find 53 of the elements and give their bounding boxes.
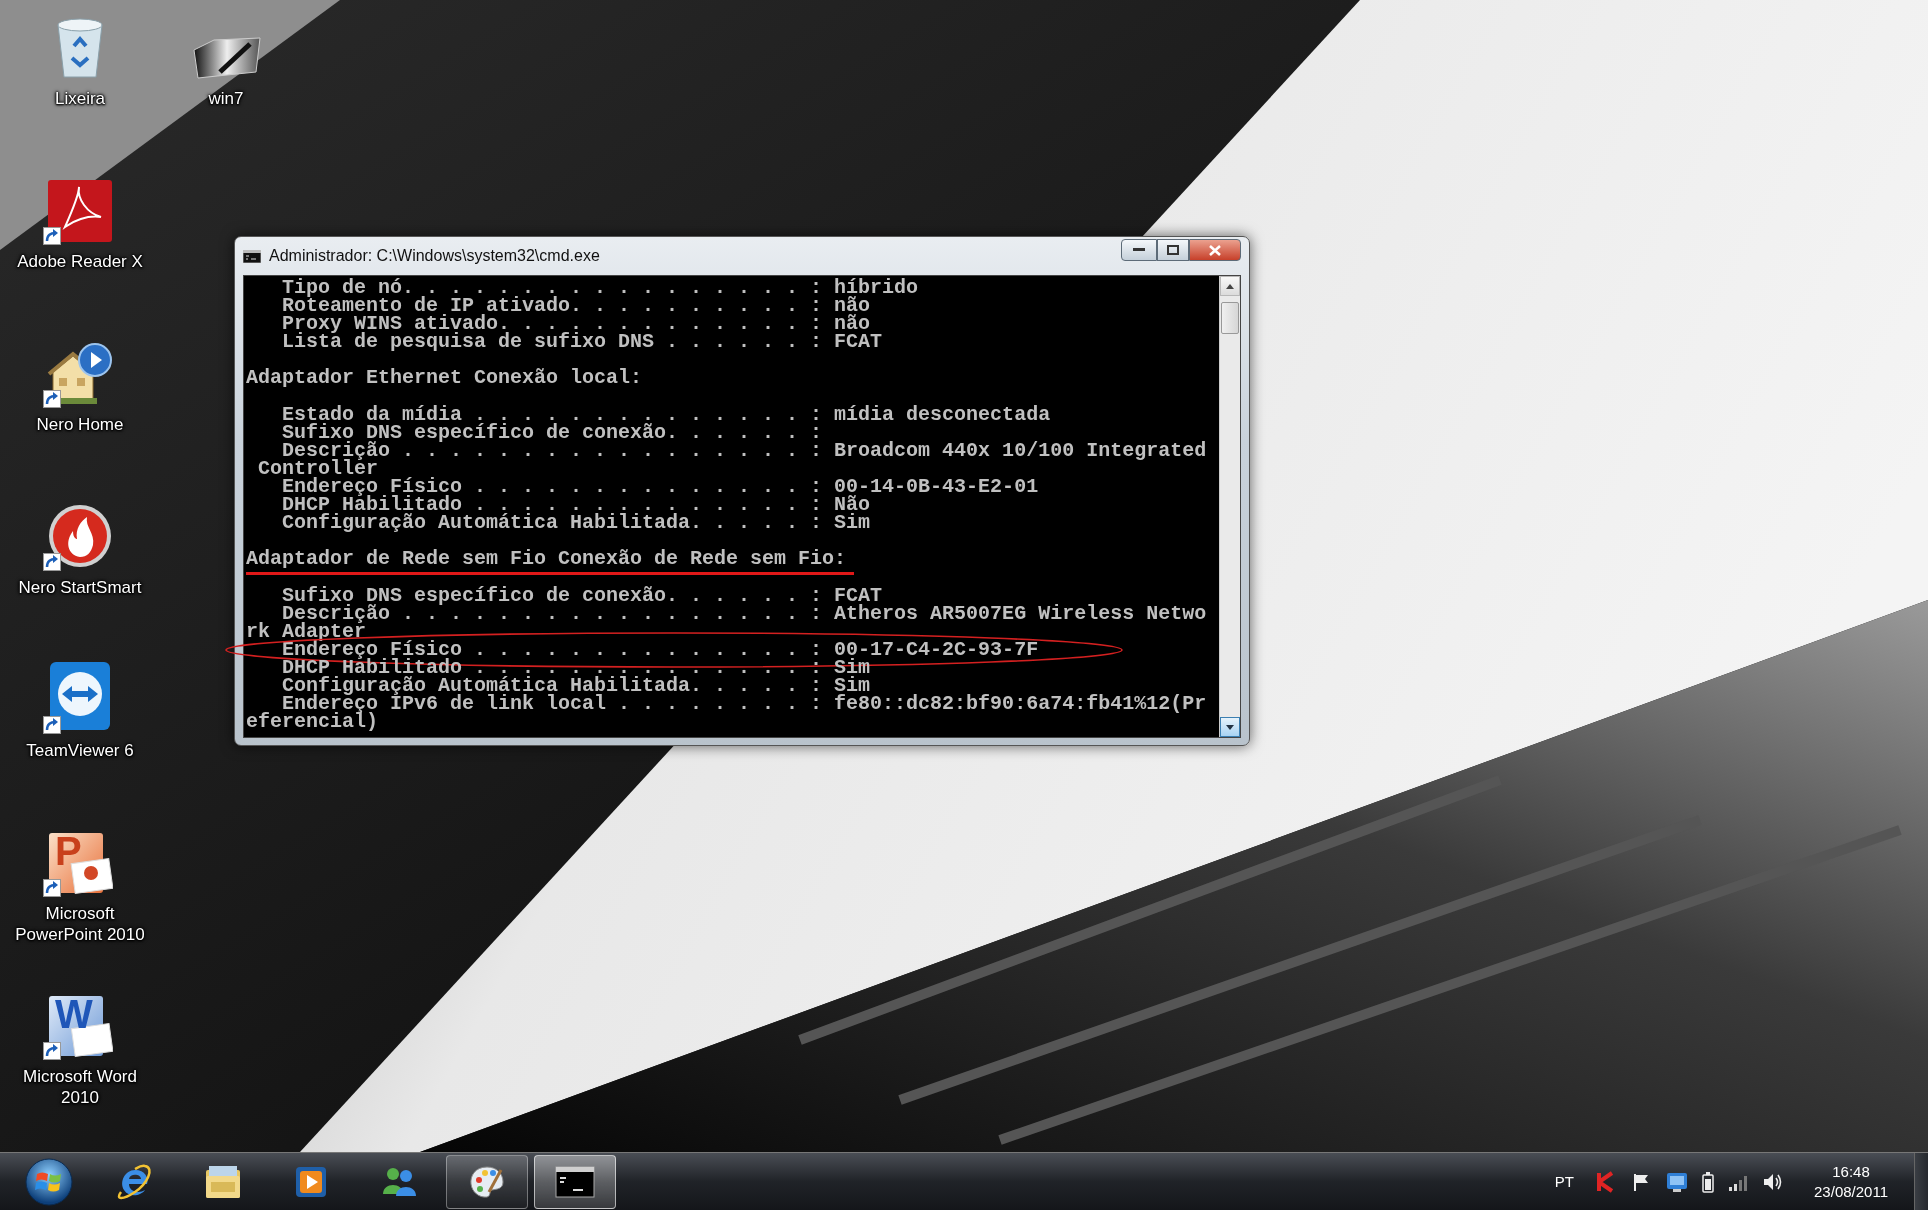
battery-icon[interactable] [1702,1170,1715,1193]
desktop-icon-label[interactable]: Adobe Reader X [17,251,143,272]
house-icon [47,342,113,406]
console-icon [555,1165,595,1198]
minimize-button[interactable] [1121,239,1157,261]
console-line: Descrição . . . . . . . . . . . . . . . . . : Broadcom 440x 10/100 Integrated [282,441,1207,460]
logo-letter: P [55,831,82,871]
close-icon [1209,244,1221,256]
scroll-down-button[interactable] [1220,717,1240,737]
flame-icon [47,503,113,569]
console-line: Descrição . . . . . . . . . . . . . . . . . : Atheros AR5007EG Wireless Netwo [281,604,1207,623]
desktop-icon-label[interactable]: Nero Home [36,414,124,435]
maximize-button[interactable] [1157,239,1189,261]
desktop-icon-label[interactable]: win7 [208,88,244,109]
window-title: Administrador: C:\Windows\system32\cmd.exe [269,247,601,265]
scroll-thumb[interactable] [1221,302,1239,334]
maximize-icon [1167,245,1179,255]
console-line: Estado da mídia . . . . . . . . . . . . . . : mídia desconectada [281,405,1051,424]
time-text: 16:48 [1832,1161,1870,1182]
language-indicator[interactable]: PT [1554,1173,1575,1190]
desktop-icon-label[interactable]: Nero StartSmart [18,577,142,598]
console-line: eferencial) [246,713,379,732]
taskbar-button[interactable] [446,1154,528,1209]
minimize-icon [1133,248,1145,252]
down-arrow-icon [1226,724,1234,730]
close-button[interactable] [1189,239,1241,261]
slides-icon [47,831,113,895]
desktop-icon-label[interactable]: TeamViewer 6 [26,740,134,761]
desktop-icon-label[interactable]: Microsoft PowerPoint 2010 [7,903,153,945]
console-line: Endereço IPv6 de link local . . . . . . . . : fe80::dc82:bf90:6a74:fb41%12(Pr [282,695,1207,714]
logo-letter: W [55,994,93,1034]
show-desktop-button[interactable] [1914,1152,1928,1210]
desktop-icon-label[interactable]: Microsoft Word 2010 [7,1066,153,1108]
document-icon [47,994,113,1058]
console-line: Sufixo DNS específico de conexão. . . . . . : [281,423,823,442]
windows-logo-icon [24,1156,74,1207]
console-line: Sufixo DNS específico de conexão. . . . . . : FCAT [281,586,883,605]
console-window-icon [243,249,261,263]
date-text: 23/08/2011 [1814,1181,1888,1202]
console-line: Lista de pesquisa de sufixo DNS . . . . . . : FCAT [281,333,883,352]
console-line: rk Adapter [246,622,367,641]
scroll-up-button[interactable] [1220,276,1240,296]
scrollbar[interactable] [1219,276,1240,737]
clock[interactable]: 16:48 23/08/2011 [1814,1161,1888,1202]
remote-arrows-icon [48,660,112,732]
up-arrow-icon [1226,283,1234,289]
console-line: Endereço Físico . . . . . . . . . . . . . . : 00-17-C4-2C-93-7F [281,640,1039,659]
pdf-icon [47,179,113,243]
console-line: Configuração Automática Habilitada. . . . . : Sim [281,514,871,533]
monitor-icon[interactable] [1666,1170,1689,1193]
taskbar-button[interactable] [534,1154,616,1209]
console-line: Adaptador Ethernet Conexão local: [246,369,643,388]
console-line: Adaptador de Rede sem Fio Conexão de Rede sem Fio: [246,550,847,569]
